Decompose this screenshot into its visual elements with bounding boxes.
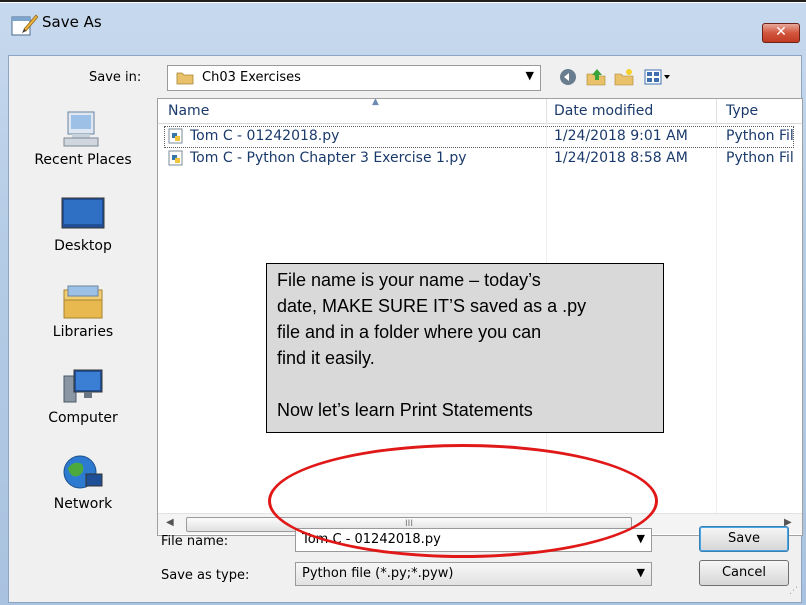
save-as-type-label: Save as type: xyxy=(161,568,250,583)
column-divider[interactable] xyxy=(716,99,717,123)
dialog-title: Save As xyxy=(42,13,102,31)
file-date: 1/24/2018 9:01 AM xyxy=(554,128,688,144)
place-label: Computer xyxy=(48,410,118,426)
file-row[interactable]: Tom C - Python Chapter 3 Exercise 1.py 1… xyxy=(158,147,802,169)
current-folder: Ch03 Exercises xyxy=(202,70,301,85)
place-desktop[interactable]: Desktop xyxy=(9,194,157,254)
file-name-label: File name: xyxy=(161,534,229,549)
save-as-icon xyxy=(11,14,38,36)
folder-icon xyxy=(176,72,194,85)
file-name: Tom C - Python Chapter 3 Exercise 1.py xyxy=(190,150,467,166)
place-libraries[interactable]: Libraries xyxy=(9,280,157,340)
chevron-down-icon: ▼ xyxy=(525,69,534,82)
chevron-down-icon[interactable]: ▼ xyxy=(637,566,645,579)
place-label: Desktop xyxy=(54,238,112,254)
file-name: Tom C - 01242018.py xyxy=(190,128,340,144)
file-type: Python Fil xyxy=(726,150,794,166)
new-folder-icon[interactable] xyxy=(613,67,635,87)
save-button[interactable]: Save xyxy=(699,526,789,552)
network-icon xyxy=(60,452,106,494)
instruction-callout: File name is your name – today’s date, M… xyxy=(266,263,664,433)
libraries-icon xyxy=(60,280,106,322)
file-date: 1/24/2018 8:58 AM xyxy=(554,150,688,166)
column-divider[interactable] xyxy=(546,99,547,123)
chevron-down-icon[interactable]: ▼ xyxy=(637,532,645,545)
up-folder-icon[interactable] xyxy=(585,67,607,87)
place-computer[interactable]: Computer xyxy=(9,366,157,426)
save-in-combo[interactable]: Ch03 Exercises ▼ xyxy=(167,65,541,91)
place-label: Recent Places xyxy=(34,152,132,168)
place-label: Libraries xyxy=(52,324,114,340)
place-recent-places[interactable]: Recent Places xyxy=(9,108,157,168)
file-type: Python Fil xyxy=(726,128,794,144)
back-icon[interactable] xyxy=(557,67,579,87)
scroll-left-arrow-icon[interactable]: ◀ xyxy=(166,517,174,528)
desktop-icon xyxy=(60,194,106,236)
callout-line: Now let’s learn Print Statements xyxy=(277,400,533,420)
column-header-row: Name ▲ Date modified Type xyxy=(158,99,802,124)
cancel-button[interactable]: Cancel xyxy=(699,560,789,586)
save-in-label: Save in: xyxy=(89,70,142,85)
column-header-name[interactable]: Name xyxy=(168,103,209,119)
callout-line: File name is your name – today’s xyxy=(277,270,541,290)
save-as-type-value: Python file (*.py;*.pyw) xyxy=(302,566,454,581)
place-network[interactable]: Network xyxy=(9,452,157,512)
save-as-type-select[interactable]: Python file (*.py;*.pyw) ▼ xyxy=(295,562,652,586)
recent-places-icon xyxy=(60,108,106,150)
file-name-value: Tom C - 01242018.py xyxy=(302,532,441,547)
python-file-icon xyxy=(168,150,183,166)
file-name-field[interactable]: Tom C - 01242018.py ▼ xyxy=(295,528,652,552)
column-header-date[interactable]: Date modified xyxy=(554,103,653,119)
computer-icon xyxy=(60,366,106,408)
callout-line: date, MAKE SURE IT’S saved as a .py xyxy=(277,296,587,316)
title-bar[interactable]: Save As ✕ xyxy=(0,3,806,43)
file-row[interactable]: Tom C - 01242018.py 1/24/2018 9:01 AM Py… xyxy=(158,125,802,148)
sort-ascending-icon: ▲ xyxy=(372,98,379,107)
column-header-type[interactable]: Type xyxy=(726,103,758,119)
callout-line: file and in a folder where you can xyxy=(277,322,542,342)
callout-line: find it easily. xyxy=(277,348,375,368)
place-label: Network xyxy=(53,496,113,512)
close-button[interactable]: ✕ xyxy=(762,23,800,43)
views-menu-icon[interactable] xyxy=(643,67,673,87)
python-file-icon xyxy=(168,128,183,144)
resize-grip-icon[interactable]: ⋰ xyxy=(789,586,798,596)
places-bar: Recent Places Desktop Libraries Computer… xyxy=(9,98,157,530)
column-guide xyxy=(716,123,717,535)
